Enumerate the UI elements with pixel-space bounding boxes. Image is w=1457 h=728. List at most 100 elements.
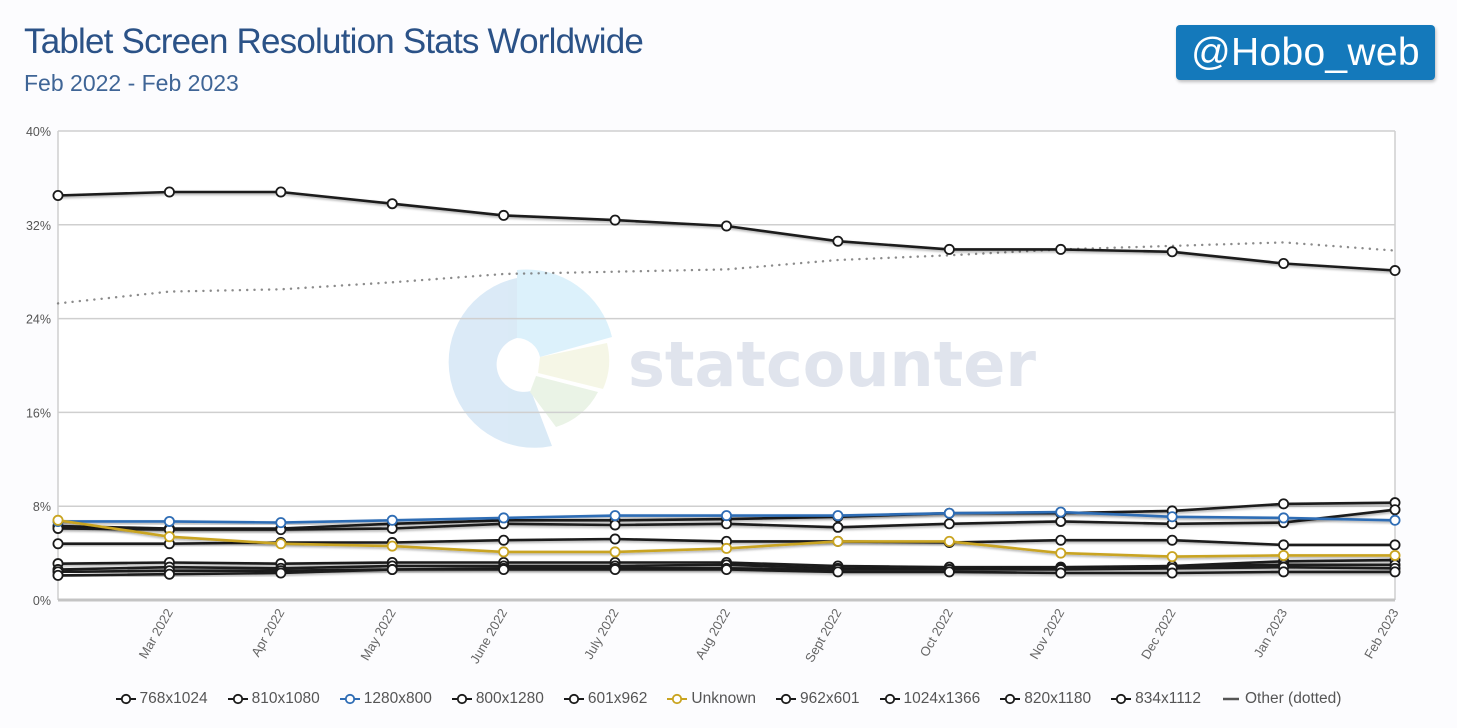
chart-legend: 768x1024 810x1080 1280x800 800x1280 601x962 U… [0, 690, 1457, 708]
data-point[interactable] [275, 186, 287, 198]
data-point[interactable] [832, 510, 844, 522]
data-point[interactable] [1166, 534, 1178, 546]
legend-marker-icon [1000, 693, 1021, 705]
watermark-text: statcounter [628, 328, 1036, 401]
data-point[interactable] [1055, 515, 1067, 527]
data-point[interactable] [832, 535, 844, 547]
data-point[interactable] [275, 517, 287, 529]
data-point[interactable] [943, 535, 955, 547]
data-point[interactable] [1055, 506, 1067, 518]
data-point[interactable] [832, 566, 844, 578]
y-tick-label: 8% [33, 500, 51, 514]
legend-item-unknown[interactable]: Unknown [667, 690, 756, 708]
legend-marker-icon [1111, 693, 1132, 705]
legend-label: 962x601 [800, 690, 860, 707]
data-point[interactable] [1166, 511, 1178, 523]
data-point[interactable] [1278, 257, 1290, 269]
legend-label: 820x1180 [1024, 690, 1092, 707]
data-point[interactable] [386, 514, 398, 526]
data-point[interactable] [1389, 539, 1401, 551]
data-point[interactable] [832, 235, 844, 247]
data-point[interactable] [609, 564, 621, 576]
data-point[interactable] [1278, 549, 1290, 561]
data-point[interactable] [52, 514, 64, 526]
legend-label: 810x1080 [251, 690, 320, 707]
y-tick-label: 16% [26, 406, 51, 420]
legend-label: 768x1024 [139, 690, 208, 707]
data-point[interactable] [498, 546, 510, 558]
data-point[interactable] [275, 567, 287, 579]
data-point[interactable] [498, 209, 510, 221]
data-point[interactable] [609, 546, 621, 558]
data-point[interactable] [1389, 566, 1401, 578]
data-point[interactable] [52, 569, 64, 581]
y-tick-label: 0% [33, 594, 51, 608]
data-point[interactable] [943, 518, 955, 530]
data-point[interactable] [1166, 567, 1178, 579]
legend-marker-icon [451, 693, 472, 705]
data-point[interactable] [498, 564, 510, 576]
data-point[interactable] [498, 512, 510, 524]
data-point[interactable] [721, 510, 733, 522]
data-point[interactable] [721, 220, 733, 232]
legend-item-800x1280[interactable]: 800x1280 [451, 690, 544, 708]
legend-item-834x1112[interactable]: 834x1112 [1111, 690, 1201, 708]
data-point[interactable] [832, 521, 844, 533]
x-tick-label: June 2022 [467, 606, 510, 666]
data-point[interactable] [386, 198, 398, 210]
data-point[interactable] [386, 540, 398, 552]
data-point[interactable] [163, 186, 175, 198]
data-point[interactable] [163, 568, 175, 580]
data-point[interactable] [1055, 547, 1067, 559]
data-point[interactable] [943, 566, 955, 578]
legend-label: 601x962 [587, 690, 648, 707]
legend-item-1024x1366[interactable]: 1024x1366 [879, 690, 981, 708]
data-point[interactable] [1278, 539, 1290, 551]
data-point[interactable] [1389, 504, 1401, 516]
data-point[interactable] [386, 564, 398, 576]
data-point[interactable] [52, 189, 64, 201]
data-point[interactable] [609, 519, 621, 531]
data-point[interactable] [609, 533, 621, 545]
legend-item-1280x800[interactable]: 1280x800 [339, 690, 432, 708]
data-point[interactable] [1055, 243, 1067, 255]
x-tick-label: Mar 2022 [136, 606, 176, 661]
data-point[interactable] [1278, 512, 1290, 524]
data-point[interactable] [1278, 498, 1290, 510]
legend-item-962x601[interactable]: 962x601 [776, 690, 860, 708]
data-point[interactable] [721, 564, 733, 576]
data-point[interactable] [275, 538, 287, 550]
data-point[interactable] [498, 534, 510, 546]
legend-marker-icon [115, 693, 136, 705]
legend-item-810x1080[interactable]: 810x1080 [227, 690, 320, 708]
data-point[interactable] [1166, 551, 1178, 563]
data-point[interactable] [721, 542, 733, 554]
data-point[interactable] [943, 507, 955, 519]
data-point[interactable] [1055, 567, 1067, 579]
legend-label: 1024x1366 [903, 690, 981, 707]
data-point[interactable] [1389, 549, 1401, 561]
data-point[interactable] [163, 515, 175, 527]
x-tick-label: May 2022 [357, 606, 399, 663]
x-tick-label: Dec 2022 [1138, 606, 1179, 662]
data-point[interactable] [1166, 246, 1178, 258]
data-point[interactable] [1389, 265, 1401, 277]
data-point[interactable] [609, 510, 621, 522]
x-tick-label: Oct 2022 [917, 606, 956, 659]
legend-item-768x1024[interactable]: 768x1024 [115, 690, 208, 708]
data-point[interactable] [943, 243, 955, 255]
legend-item-820x1180[interactable]: 820x1180 [1000, 690, 1091, 708]
legend-marker-icon [776, 693, 797, 705]
data-point[interactable] [1278, 566, 1290, 578]
data-point[interactable] [1389, 514, 1401, 526]
y-tick-label: 24% [26, 313, 51, 327]
legend-item-other-dotted[interactable]: Other (dotted) [1221, 690, 1341, 708]
legend-marker-icon [339, 693, 360, 705]
data-point[interactable] [1055, 534, 1067, 546]
x-tick-label: Apr 2022 [248, 606, 287, 659]
y-tick-label: 40% [26, 125, 51, 139]
data-point[interactable] [609, 214, 621, 226]
data-point[interactable] [163, 531, 175, 543]
data-point[interactable] [52, 538, 64, 550]
legend-item-601x962[interactable]: 601x962 [563, 690, 648, 708]
